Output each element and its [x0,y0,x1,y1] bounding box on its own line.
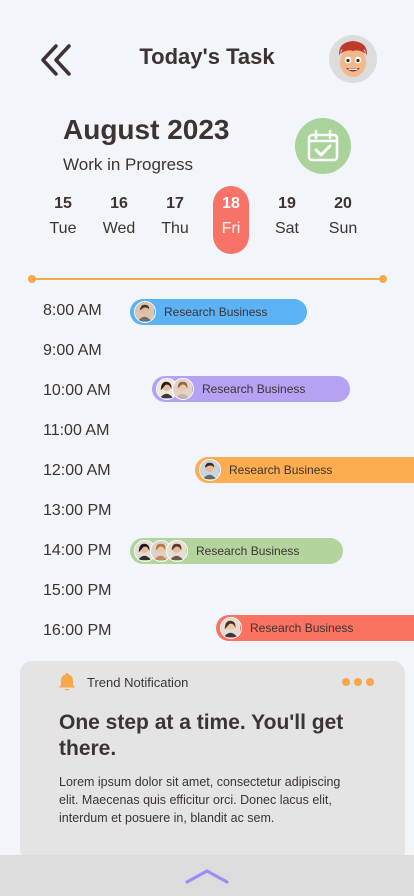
day-number: 19 [278,195,296,212]
day-number: 18 [222,195,240,212]
calendar-button[interactable] [295,118,351,174]
notification-title: Trend Notification [87,675,189,690]
range-slider-start-handle[interactable] [28,275,36,283]
day-name: Wed [102,220,136,237]
participant-avatar [220,617,242,639]
time-label: 15:00 PM [43,582,112,599]
day-number: 16 [110,195,128,212]
participant-avatar [166,540,188,562]
day-wed[interactable]: 16 Wed [101,186,137,254]
task-label: Research Business [196,544,300,558]
status-subtitle: Work in Progress [63,155,194,174]
day-thu[interactable]: 17 Thu [157,186,193,254]
time-label: 8:00 AM [43,302,102,319]
participant-avatars [199,459,221,481]
day-number: 15 [54,195,72,212]
participant-avatars [156,378,194,400]
day-sun[interactable]: 20 Sun [325,186,361,254]
day-name: Fri [221,220,241,237]
task-label: Research Business [164,305,268,319]
task-label: Research Business [202,382,306,396]
time-label: 16:00 PM [43,622,112,639]
time-label: 9:00 AM [43,342,102,359]
cartoon-avatar-icon [338,41,368,77]
day-number: 20 [334,195,352,212]
task-pill[interactable]: Research Business [130,538,343,564]
day-fri[interactable]: 18 Fri [213,186,249,254]
time-label: 12:00 AM [43,462,111,479]
chevron-up-icon [185,869,229,883]
notification-body: Lorem ipsum dolor sit amet, consectetur … [59,775,341,825]
task-label: Research Business [229,463,333,477]
task-pill[interactable]: Research Business [152,376,350,402]
range-slider-track[interactable] [32,278,383,280]
participant-avatars [134,540,188,562]
time-label: 10:00 AM [43,382,111,399]
month-title: August 2023 [63,114,230,145]
time-label: 13:00 PM [43,502,112,519]
day-tue[interactable]: 15 Tue [45,186,81,254]
day-name: Sun [328,220,358,237]
calendar-check-icon [307,129,339,162]
participant-avatar [199,459,221,481]
day-selector: 15 Tue 16 Wed 17 Thu 18 Fri 19 Sat 20 Su… [40,186,385,256]
notification-headline: One step at a time. You'll get there. [59,711,344,760]
avatar[interactable] [329,35,377,83]
task-pill[interactable]: Research Business [195,457,414,483]
day-name: Sat [274,220,299,237]
participant-avatars [134,301,156,323]
more-dots-icon[interactable] [342,678,374,686]
bottom-expand-bar[interactable] [0,855,414,896]
day-name: Tue [49,220,77,237]
range-slider-end-handle[interactable] [379,275,387,283]
participant-avatars [220,617,242,639]
bell-icon [58,672,76,697]
participant-avatar [172,378,194,400]
day-name: Thu [161,220,189,237]
task-pill[interactable]: Research Business [130,299,307,325]
participant-avatar [134,301,156,323]
time-label: 11:00 AM [43,422,110,439]
task-label: Research Business [250,621,354,635]
time-label: 14:00 PM [43,542,112,559]
day-number: 17 [166,195,184,212]
task-pill[interactable]: Research Business [216,615,414,641]
day-sat[interactable]: 19 Sat [269,186,305,254]
